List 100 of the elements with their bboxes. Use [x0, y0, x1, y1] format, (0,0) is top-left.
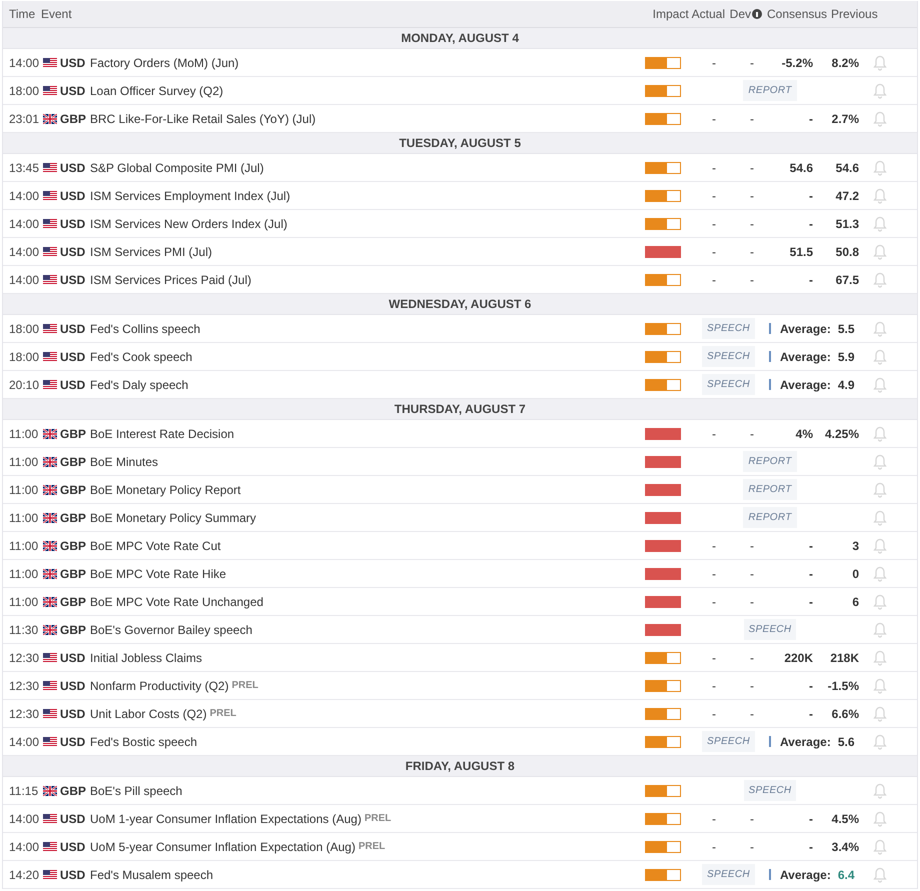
previous-value: 47.2	[834, 188, 859, 204]
bell-icon[interactable]	[873, 188, 887, 204]
currency-code: GBP	[60, 622, 88, 638]
currency-code: USD	[60, 348, 86, 366]
uk-flag-icon	[43, 114, 57, 124]
event-name[interactable]: Unit Labor Costs (Q2)	[90, 704, 207, 722]
us-flag-icon	[43, 736, 57, 746]
bell-icon[interactable]	[873, 734, 887, 750]
bell-icon[interactable]	[873, 810, 887, 826]
event-time: 11:00	[9, 426, 40, 442]
uk-flag-icon	[43, 512, 57, 522]
event-name[interactable]: ISM Services Employment Index (Jul)	[90, 186, 290, 204]
us-flag-icon	[43, 352, 57, 362]
bell-icon[interactable]	[873, 272, 887, 288]
impact-column-header: Impact	[652, 6, 690, 23]
event-name[interactable]: BRC Like-For-Like Retail Sales (YoY) (Jul)	[90, 110, 316, 128]
actual-value: -	[711, 426, 717, 442]
event-time: 14:20	[9, 866, 40, 884]
bell-icon[interactable]	[873, 244, 887, 260]
currency-code: GBP	[60, 566, 88, 582]
bell-icon[interactable]	[873, 706, 887, 722]
actual-value: -	[711, 594, 717, 610]
consensus-value: -	[808, 678, 813, 694]
event-name[interactable]: ISM Services Prices Paid (Jul)	[90, 270, 252, 288]
event-name[interactable]: BoE MPC Vote Rate Cut	[90, 536, 221, 554]
event-time: 11:00	[9, 454, 40, 470]
event-time: 13:45	[9, 160, 40, 176]
us-flag-icon	[43, 246, 57, 256]
event-type-tag: REPORT	[743, 507, 797, 528]
currency-code: GBP	[60, 510, 88, 526]
bell-icon[interactable]	[873, 510, 887, 526]
event-name[interactable]: BoE MPC Vote Rate Hike	[90, 564, 226, 582]
bell-icon[interactable]	[873, 160, 887, 176]
bell-icon[interactable]	[873, 320, 887, 336]
event-name[interactable]: Factory Orders (MoM) (Jun)	[90, 54, 239, 72]
dev-column-header: Dev	[730, 6, 751, 23]
event-name[interactable]: BoE Monetary Policy Summary	[90, 508, 256, 526]
average-value: 4.9	[838, 376, 855, 394]
bell-icon[interactable]	[873, 650, 887, 666]
event-name[interactable]: Nonfarm Productivity (Q2)	[90, 676, 229, 694]
deviation-value: -	[749, 426, 755, 442]
actual-value: -	[711, 160, 717, 176]
bell-icon[interactable]	[873, 782, 887, 798]
event-type-tag: SPEECH	[744, 780, 796, 801]
event-name[interactable]: Loan Officer Survey (Q2)	[90, 82, 224, 100]
event-type-tag: SPEECH	[702, 374, 755, 395]
bell-icon[interactable]	[873, 622, 887, 638]
bell-icon[interactable]	[873, 54, 887, 70]
event-name[interactable]: BoE Minutes	[90, 452, 158, 470]
consensus-value: -	[808, 706, 813, 722]
event-type-tag: SPEECH	[702, 731, 755, 752]
bell-icon[interactable]	[873, 110, 887, 126]
event-name[interactable]: Fed's Collins speech	[90, 320, 200, 338]
bell-icon[interactable]	[873, 216, 887, 232]
bell-icon[interactable]	[873, 838, 887, 854]
currency-code: GBP	[60, 482, 88, 498]
event-name[interactable]: BoE's Pill speech	[90, 782, 182, 800]
separator-bar	[768, 323, 771, 334]
previous-value: 3.4%	[830, 838, 859, 856]
bell-icon[interactable]	[873, 426, 887, 442]
bell-icon[interactable]	[873, 566, 887, 582]
bell-icon[interactable]	[873, 482, 887, 498]
event-name[interactable]: S&P Global Composite PMI (Jul)	[90, 158, 264, 176]
prel-label: PREL	[210, 707, 236, 721]
event-name[interactable]: Initial Jobless Claims	[90, 648, 202, 666]
event-name[interactable]: Fed's Cook speech	[90, 348, 192, 366]
bell-icon[interactable]	[873, 454, 887, 470]
actual-value: -	[711, 216, 717, 232]
currency-code: USD	[60, 82, 86, 100]
event-type-tag: SPEECH	[702, 864, 755, 885]
event-name[interactable]: BoE Monetary Policy Report	[90, 480, 241, 498]
event-time: 14:00	[9, 272, 40, 288]
event-name[interactable]: BoE Interest Rate Decision	[90, 424, 234, 442]
event-type-tag: SPEECH	[702, 318, 755, 339]
event-name[interactable]: BoE MPC Vote Rate Unchanged	[90, 592, 264, 610]
event-name[interactable]: ISM Services New Orders Index (Jul)	[90, 214, 288, 232]
bell-icon[interactable]	[873, 538, 887, 554]
event-time: 18:00	[9, 348, 40, 366]
actual-value: -	[711, 706, 717, 722]
event-name[interactable]: Fed's Daly speech	[90, 376, 188, 394]
event-name[interactable]: Fed's Musalem speech	[90, 866, 214, 884]
event-name[interactable]: ISM Services PMI (Jul)	[90, 242, 212, 260]
deviation-value: -	[749, 566, 755, 582]
bell-icon[interactable]	[873, 348, 887, 364]
bell-icon[interactable]	[873, 594, 887, 610]
bell-icon[interactable]	[873, 376, 887, 392]
bell-icon[interactable]	[873, 678, 887, 694]
date-header: TUESDAY, AUGUST 5	[3, 133, 917, 154]
event-name[interactable]: BoE's Governor Bailey speech	[90, 620, 252, 638]
event-name[interactable]: UoM 5-year Consumer Inflation Expectation (Aug)	[90, 838, 356, 856]
event-name[interactable]: Fed's Bostic speech	[90, 732, 198, 750]
currency-code: USD	[60, 244, 86, 260]
event-time: 14:00	[9, 838, 40, 856]
info-icon[interactable]	[752, 9, 762, 19]
previous-value: -1.5%	[826, 678, 859, 694]
previous-value: 2.7%	[830, 110, 859, 128]
event-name[interactable]: UoM 1-year Consumer Inflation Expectations (Aug)	[90, 810, 362, 828]
bell-icon[interactable]	[873, 82, 887, 98]
bell-icon[interactable]	[873, 866, 887, 882]
currency-code: GBP	[60, 538, 88, 554]
